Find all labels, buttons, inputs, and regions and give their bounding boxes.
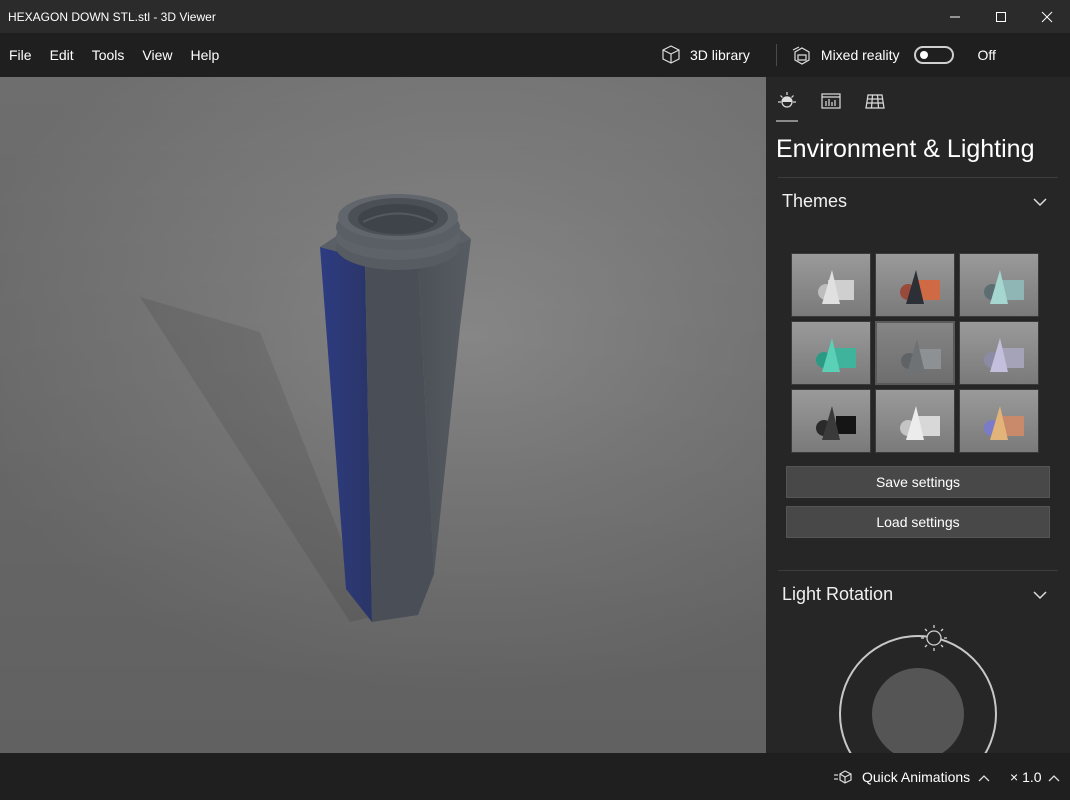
minimize-icon xyxy=(950,16,960,17)
close-icon xyxy=(1041,11,1053,22)
minimize-button[interactable] xyxy=(932,0,978,33)
environment-panel: Environment & Lighting Themes Save setti… xyxy=(766,77,1070,753)
menu-edit[interactable]: Edit xyxy=(41,33,83,77)
theme-thumb-6[interactable] xyxy=(959,321,1039,385)
themes-expander[interactable] xyxy=(1032,195,1048,213)
quick-animations-label: Quick Animations xyxy=(862,769,971,785)
theme-thumb-2[interactable] xyxy=(875,253,955,317)
chevron-down-icon xyxy=(1033,198,1047,207)
panel-tabs xyxy=(766,77,1070,123)
themes-heading[interactable]: Themes xyxy=(782,191,847,212)
chevron-up-icon xyxy=(1048,769,1060,785)
menu-view[interactable]: View xyxy=(133,33,181,77)
animation-cube-icon xyxy=(834,770,852,784)
theme-preview-icon xyxy=(818,270,854,304)
title-bar: HEXAGON DOWN STL.stl - 3D Viewer xyxy=(0,0,1070,33)
window-title: HEXAGON DOWN STL.stl - 3D Viewer xyxy=(8,9,216,24)
maximize-icon xyxy=(996,11,1006,22)
theme-preview-icon xyxy=(984,338,1024,372)
separator xyxy=(775,44,777,66)
theme-preview-icon xyxy=(816,338,856,372)
panel-title: Environment & Lighting xyxy=(776,135,1035,163)
save-settings-button[interactable]: Save settings xyxy=(786,466,1050,498)
maximize-button[interactable] xyxy=(978,0,1024,33)
toggle-knob xyxy=(919,51,928,59)
bottom-bar: Quick Animations × 1.0 xyxy=(0,753,1070,800)
sun-handle-icon xyxy=(921,625,947,651)
load-settings-button[interactable]: Load settings xyxy=(786,506,1050,538)
animation-speed-button[interactable]: × 1.0 xyxy=(1010,769,1060,785)
tab-stats[interactable] xyxy=(817,87,845,115)
theme-preview-icon xyxy=(901,339,941,373)
close-button[interactable] xyxy=(1024,0,1070,33)
light-rotation-heading[interactable]: Light Rotation xyxy=(782,584,893,605)
theme-thumb-8[interactable] xyxy=(875,389,955,453)
theme-grid xyxy=(791,253,1041,455)
active-tab-indicator xyxy=(776,120,798,122)
cube-icon xyxy=(662,45,680,64)
model-render xyxy=(0,77,766,753)
menu-help[interactable]: Help xyxy=(181,33,228,77)
3d-library-button[interactable]: 3D library xyxy=(660,44,750,66)
mixed-reality-toggle[interactable] xyxy=(913,46,954,64)
chevron-down-icon xyxy=(1033,591,1047,600)
menu-bar: File Edit Tools View Help 3D library Mix… xyxy=(0,33,1070,77)
grid-icon xyxy=(865,94,885,109)
mixed-reality-control: Mixed reality Off xyxy=(791,44,996,66)
tab-environment[interactable] xyxy=(773,87,801,115)
divider xyxy=(778,570,1058,571)
3d-viewport[interactable] xyxy=(0,77,766,753)
theme-preview-icon xyxy=(816,406,856,440)
quick-animations-button[interactable]: Quick Animations xyxy=(834,769,990,785)
divider xyxy=(778,177,1058,178)
menu-file[interactable]: File xyxy=(0,33,41,77)
3d-library-label: 3D library xyxy=(690,47,750,63)
stats-icon xyxy=(821,93,841,109)
theme-preview-icon xyxy=(984,270,1024,304)
light-rotation-control[interactable] xyxy=(836,622,1000,753)
theme-thumb-4[interactable] xyxy=(791,321,871,385)
chevron-up-icon xyxy=(978,769,990,785)
theme-preview-icon xyxy=(984,406,1024,440)
theme-thumb-9[interactable] xyxy=(959,389,1039,453)
theme-preview-icon xyxy=(900,406,940,440)
theme-thumb-5[interactable] xyxy=(875,321,955,385)
light-rotation-expander[interactable] xyxy=(1032,588,1048,606)
mixed-reality-label: Mixed reality xyxy=(820,47,900,63)
animation-speed-label: × 1.0 xyxy=(1010,769,1042,785)
sun-icon xyxy=(778,92,796,108)
theme-thumb-1[interactable] xyxy=(791,253,871,317)
theme-thumb-7[interactable] xyxy=(791,389,871,453)
mixed-reality-state: Off xyxy=(977,47,996,63)
tab-grid[interactable] xyxy=(861,87,889,115)
theme-preview-icon xyxy=(900,270,940,304)
menu-tools[interactable]: Tools xyxy=(83,33,134,77)
mixed-reality-icon xyxy=(792,46,810,65)
theme-thumb-3[interactable] xyxy=(959,253,1039,317)
light-rotation-dial xyxy=(839,625,997,753)
